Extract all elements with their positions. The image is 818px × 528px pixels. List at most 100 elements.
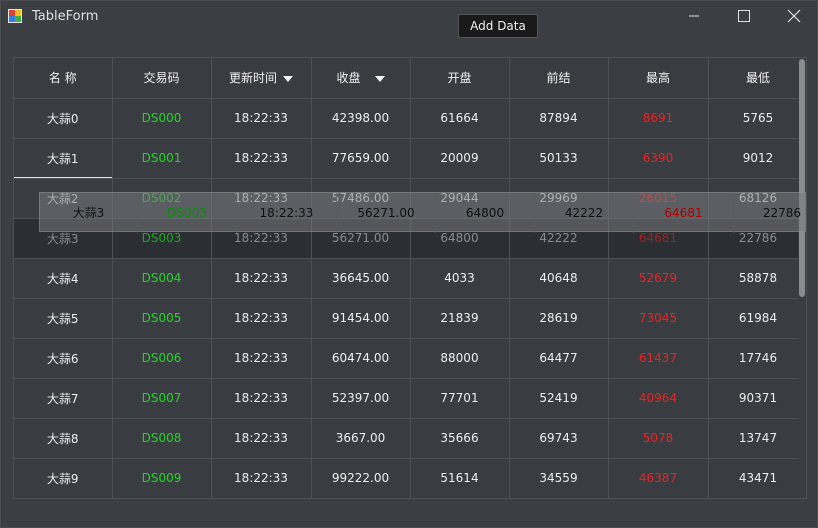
cell-close[interactable]: 52397.00 [311, 378, 411, 419]
add-data-button[interactable]: Add Data [458, 14, 538, 38]
table-row[interactable]: 大蒜5 DS005 18:22:33 91454.00 21839 28619 73045 6… [14, 298, 806, 339]
cell-open[interactable]: 64800 [410, 218, 510, 259]
cell-open[interactable]: 88000 [410, 338, 510, 379]
cell-open[interactable]: 77701 [410, 378, 510, 419]
column-header-low[interactable]: 最低 [708, 58, 806, 99]
cell-code[interactable]: DS008 [112, 418, 212, 459]
cell-low[interactable]: 5765 [708, 98, 806, 139]
cell-open[interactable]: 35666 [410, 418, 510, 459]
cell-close[interactable]: 77659.00 [311, 138, 411, 179]
cell-high[interactable]: 64681 [608, 218, 709, 259]
cell-update-time[interactable]: 18:22:33 [211, 338, 312, 379]
cell-close[interactable]: 60474.00 [311, 338, 411, 379]
cell-code[interactable]: DS009 [112, 458, 212, 498]
table-row[interactable]: 大蒜1 DS001 18:22:33 77659.00 20009 50133 6390 90… [14, 138, 806, 179]
cell-name[interactable]: 大蒜0 [14, 98, 113, 139]
cell-prev-settle[interactable]: 42222 [509, 218, 609, 259]
cell-code[interactable]: DS001 [112, 138, 212, 179]
cell-name[interactable]: 大蒜3 [14, 218, 113, 259]
sort-down-icon[interactable] [374, 75, 385, 82]
cell-close[interactable]: 57486.00 [311, 178, 411, 219]
column-header-name[interactable]: 名 称 [14, 58, 113, 99]
cell-name[interactable]: 大蒜6 [14, 338, 113, 379]
cell-prev-settle[interactable]: 50133 [509, 138, 609, 179]
column-header-high[interactable]: 最高 [608, 58, 709, 99]
cell-close[interactable]: 91454.00 [311, 298, 411, 339]
minimize-button[interactable] [676, 5, 712, 27]
cell-low[interactable]: 58878 [708, 258, 806, 299]
cell-update-time[interactable]: 18:22:33 [211, 298, 312, 339]
cell-close[interactable]: 3667.00 [311, 418, 411, 459]
cell-prev-settle[interactable]: 29969 [509, 178, 609, 219]
cell-high[interactable]: 5078 [608, 418, 709, 459]
scroll-thumb[interactable] [799, 59, 805, 297]
cell-low[interactable]: 43471 [708, 458, 806, 498]
cell-code[interactable]: DS007 [112, 378, 212, 419]
cell-name[interactable]: 大蒜1 [14, 138, 113, 179]
cell-code[interactable]: DS003 [112, 218, 212, 259]
column-header-update-time[interactable]: 更新时间 [211, 58, 312, 99]
column-header-prev-settle[interactable]: 前结 [509, 58, 609, 99]
cell-update-time[interactable]: 18:22:33 [211, 378, 312, 419]
table-row[interactable]: 大蒜3 DS003 18:22:33 56271.00 64800 42222 64681 2… [14, 218, 806, 259]
cell-low[interactable]: 90371 [708, 378, 806, 419]
table-row[interactable]: 大蒜9 DS009 18:22:33 99222.00 51614 34559 46387 4… [14, 458, 806, 498]
cell-low[interactable]: 68126 [708, 178, 806, 219]
cell-close[interactable]: 99222.00 [311, 458, 411, 498]
table-row[interactable]: 大蒜0 DS000 18:22:33 42398.00 61664 87894 8691 57… [14, 98, 806, 139]
cell-low[interactable]: 13747 [708, 418, 806, 459]
table-row[interactable]: 大蒜2 DS002 18:22:33 57486.00 29044 29969 26015 6… [14, 178, 806, 219]
cell-close[interactable]: 42398.00 [311, 98, 411, 139]
cell-open[interactable]: 20009 [410, 138, 510, 179]
cell-update-time[interactable]: 18:22:33 [211, 458, 312, 498]
cell-open[interactable]: 51614 [410, 458, 510, 498]
cell-prev-settle[interactable]: 64477 [509, 338, 609, 379]
cell-low[interactable]: 61984 [708, 298, 806, 339]
cell-high[interactable]: 46387 [608, 458, 709, 498]
cell-code[interactable]: DS005 [112, 298, 212, 339]
cell-prev-settle[interactable]: 28619 [509, 298, 609, 339]
cell-update-time[interactable]: 18:22:33 [211, 138, 312, 179]
cell-high[interactable]: 6390 [608, 138, 709, 179]
close-button[interactable] [776, 5, 812, 27]
cell-name[interactable]: 大蒜7 [14, 378, 113, 419]
cell-prev-settle[interactable]: 87894 [509, 98, 609, 139]
cell-low[interactable]: 17746 [708, 338, 806, 379]
cell-high[interactable]: 52679 [608, 258, 709, 299]
cell-name[interactable]: 大蒜2 [14, 178, 113, 219]
vertical-scrollbar[interactable] [798, 58, 806, 498]
cell-name[interactable]: 大蒜8 [14, 418, 113, 459]
sort-down-icon[interactable] [283, 75, 293, 82]
cell-update-time[interactable]: 18:22:33 [211, 418, 312, 459]
cell-prev-settle[interactable]: 69743 [509, 418, 609, 459]
cell-high[interactable]: 26015 [608, 178, 709, 219]
cell-name[interactable]: 大蒜5 [14, 298, 113, 339]
maximize-button[interactable] [726, 5, 762, 27]
cell-high[interactable]: 73045 [608, 298, 709, 339]
cell-open[interactable]: 29044 [410, 178, 510, 219]
column-header-close[interactable]: 收盘 [311, 58, 411, 99]
cell-prev-settle[interactable]: 40648 [509, 258, 609, 299]
cell-update-time[interactable]: 18:22:33 [211, 258, 312, 299]
title-bar[interactable]: TableForm [1, 1, 817, 33]
cell-low[interactable]: 22786 [708, 218, 806, 259]
cell-open[interactable]: 21839 [410, 298, 510, 339]
cell-open[interactable]: 61664 [410, 98, 510, 139]
cell-code[interactable]: DS006 [112, 338, 212, 379]
cell-close[interactable]: 56271.00 [311, 218, 411, 259]
cell-code[interactable]: DS000 [112, 98, 212, 139]
cell-update-time[interactable]: 18:22:33 [211, 98, 312, 139]
column-header-open[interactable]: 开盘 [410, 58, 510, 99]
cell-prev-settle[interactable]: 52419 [509, 378, 609, 419]
cell-high[interactable]: 8691 [608, 98, 709, 139]
cell-update-time[interactable]: 18:22:33 [211, 218, 312, 259]
cell-low[interactable]: 9012 [708, 138, 806, 179]
cell-close[interactable]: 36645.00 [311, 258, 411, 299]
cell-high[interactable]: 61437 [608, 338, 709, 379]
table-row[interactable]: 大蒜8 DS008 18:22:33 3667.00 35666 69743 5078 137… [14, 418, 806, 459]
cell-name[interactable]: 大蒜4 [14, 258, 113, 299]
table-row[interactable]: 大蒜4 DS004 18:22:33 36645.00 4033 40648 52679 58… [14, 258, 806, 299]
cell-open[interactable]: 4033 [410, 258, 510, 299]
cell-update-time[interactable]: 18:22:33 [211, 178, 312, 219]
cell-code[interactable]: DS002 [112, 178, 212, 219]
